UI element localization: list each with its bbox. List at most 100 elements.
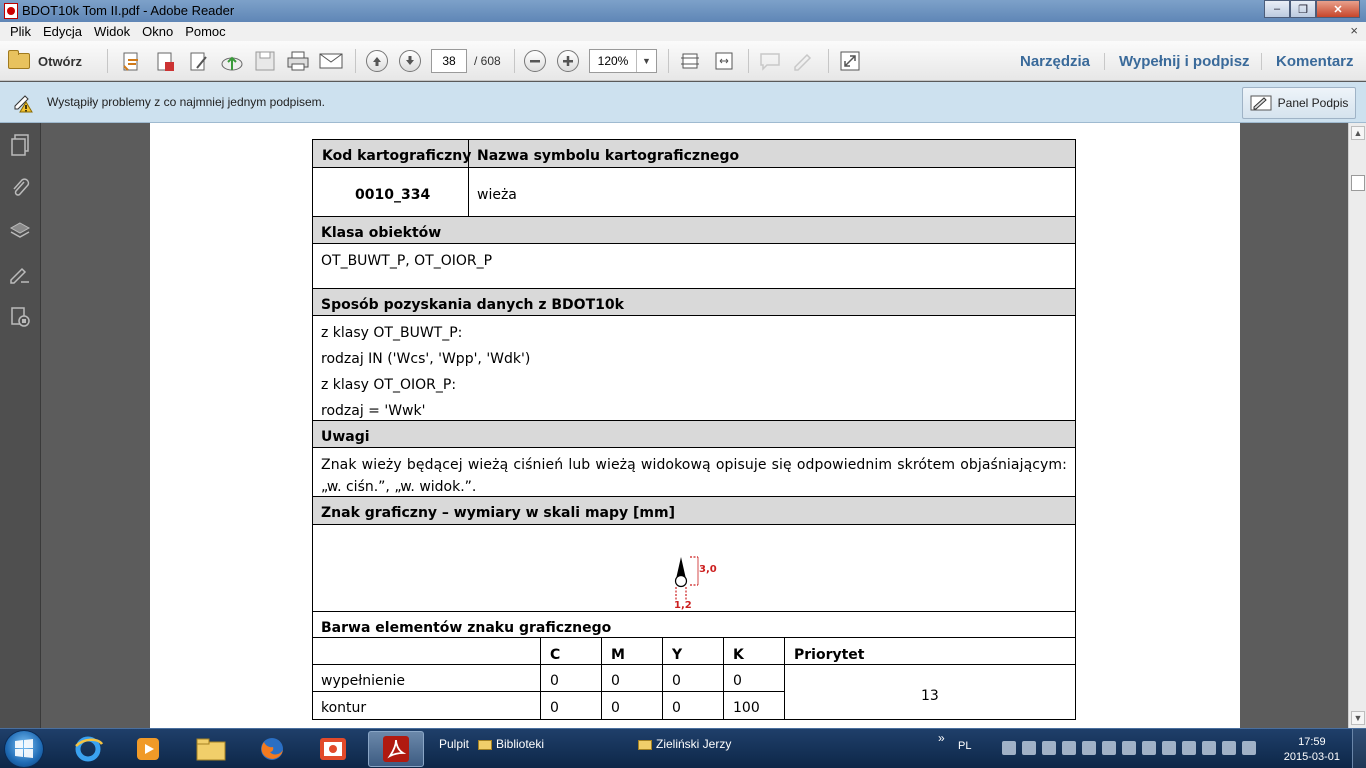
name-header: Nazwa symbolu kartograficznego bbox=[477, 148, 740, 164]
signatures-icon[interactable] bbox=[8, 262, 32, 286]
signature-panel-icon bbox=[1250, 95, 1272, 111]
page-total: / 608 bbox=[474, 54, 501, 68]
row-c-value: 0 bbox=[550, 673, 559, 689]
zoom-select[interactable]: 120% ▼ bbox=[589, 49, 657, 73]
pdf-page: Kod kartograficzny Nazwa symbolu kartogr… bbox=[150, 123, 1240, 728]
toolbar: Otwórz 38 / 608 120% ▼ Narzędzia Wypełni… bbox=[0, 41, 1366, 81]
tray-app-icon[interactable] bbox=[1122, 741, 1136, 755]
edit-pdf-icon[interactable] bbox=[187, 50, 211, 74]
row-k-value: 0 bbox=[733, 673, 742, 689]
menu-edit[interactable]: Edycja bbox=[37, 24, 88, 39]
upload-icon[interactable] bbox=[220, 50, 244, 74]
close-document-icon[interactable]: × bbox=[1350, 23, 1358, 38]
email-icon[interactable] bbox=[319, 51, 343, 71]
layers-icon[interactable] bbox=[8, 219, 32, 243]
print-icon[interactable] bbox=[286, 50, 310, 72]
scroll-down-icon[interactable]: ▼ bbox=[1351, 711, 1365, 725]
row-label: kontur bbox=[321, 700, 367, 716]
combine-pdf-icon[interactable] bbox=[153, 50, 177, 74]
tray-app-icon[interactable] bbox=[1022, 741, 1036, 755]
scroll-thumb[interactable] bbox=[1351, 175, 1365, 191]
row-m-value: 0 bbox=[611, 673, 620, 689]
clock[interactable]: 17:59 2015-03-01 bbox=[1284, 735, 1340, 765]
close-button[interactable]: ✕ bbox=[1316, 0, 1360, 18]
zoom-out-button[interactable] bbox=[524, 50, 546, 72]
tray-app-icon[interactable] bbox=[1162, 741, 1176, 755]
firefox-icon[interactable] bbox=[244, 731, 300, 767]
adobe-reader-taskbar-icon bbox=[383, 736, 409, 762]
color-col-k: K bbox=[733, 647, 744, 663]
security-icon[interactable] bbox=[8, 305, 32, 329]
method-line: z klasy OT_OIOR_P: bbox=[321, 377, 457, 393]
fill-sign-button[interactable]: Wypełnij i podpisz bbox=[1104, 53, 1250, 70]
menu-view[interactable]: Widok bbox=[88, 24, 136, 39]
scroll-up-icon[interactable]: ▲ bbox=[1351, 126, 1365, 140]
create-pdf-icon[interactable] bbox=[120, 50, 144, 74]
class-value: OT_BUWT_P, OT_OIOR_P bbox=[321, 253, 493, 269]
menu-help[interactable]: Pomoc bbox=[179, 24, 231, 39]
chevron-down-icon[interactable]: ▼ bbox=[636, 50, 656, 72]
color-col-m: M bbox=[611, 647, 625, 663]
tray-app-icon[interactable] bbox=[1082, 741, 1096, 755]
file-explorer-icon[interactable] bbox=[183, 731, 239, 767]
comment-button[interactable]: Komentarz bbox=[1261, 53, 1354, 70]
open-button[interactable]: Otwórz bbox=[8, 50, 82, 72]
priority-value: 13 bbox=[921, 688, 939, 704]
signal-icon[interactable] bbox=[1222, 741, 1236, 755]
previous-page-button[interactable] bbox=[366, 50, 388, 72]
sticky-note-icon[interactable] bbox=[759, 51, 781, 71]
clock-time: 17:59 bbox=[1298, 736, 1326, 748]
zoom-in-button[interactable] bbox=[557, 50, 579, 72]
action-center-flag-icon[interactable] bbox=[1182, 741, 1196, 755]
volume-icon[interactable] bbox=[1242, 741, 1256, 755]
tools-button[interactable]: Narzędzia bbox=[1020, 53, 1090, 70]
sign-header: Znak graficzny – wymiary w skali mapy [m… bbox=[321, 505, 675, 521]
row-y-value: 0 bbox=[672, 700, 681, 716]
desktop-toolbar-label[interactable]: Pulpit bbox=[439, 737, 469, 751]
color-col-c: C bbox=[550, 647, 561, 663]
signature-panel-button[interactable]: Panel Podpis bbox=[1242, 87, 1356, 119]
fit-width-icon[interactable] bbox=[713, 50, 735, 72]
code-header: Kod kartograficzny bbox=[322, 148, 472, 164]
toolbar-separator bbox=[828, 49, 829, 73]
display-icon[interactable] bbox=[1142, 741, 1156, 755]
language-indicator[interactable]: PL bbox=[958, 740, 971, 752]
menu-file[interactable]: Plik bbox=[4, 24, 37, 39]
attachments-icon[interactable] bbox=[8, 176, 32, 200]
menu-bar: Plik Edycja Widok Okno Pomoc × bbox=[0, 22, 1366, 41]
toolbar-separator bbox=[748, 49, 749, 73]
media-player-icon[interactable] bbox=[120, 731, 176, 767]
fullscreen-icon[interactable] bbox=[839, 50, 861, 72]
window-title: BDOT10k Tom II.pdf - Adobe Reader bbox=[22, 3, 235, 18]
keyboard-icon[interactable] bbox=[1002, 741, 1016, 755]
document-viewport[interactable]: Kod kartograficzny Nazwa symbolu kartogr… bbox=[41, 123, 1348, 728]
priority-header: Priorytet bbox=[794, 647, 865, 663]
minimize-button[interactable]: – bbox=[1264, 0, 1290, 18]
wifi-icon[interactable] bbox=[1062, 741, 1076, 755]
show-desktop-button[interactable] bbox=[1352, 729, 1366, 768]
tray-app-icon[interactable] bbox=[1042, 741, 1056, 755]
fit-page-icon[interactable] bbox=[679, 50, 701, 72]
menu-window[interactable]: Okno bbox=[136, 24, 179, 39]
highlight-icon[interactable] bbox=[792, 51, 814, 71]
save-icon[interactable] bbox=[254, 50, 276, 72]
user-folder-toolbar-item[interactable]: Zieliński Jerzy bbox=[638, 737, 731, 751]
maximize-button[interactable]: ❐ bbox=[1290, 0, 1316, 18]
next-page-button[interactable] bbox=[399, 50, 421, 72]
toolbar-expand-icon[interactable]: » bbox=[938, 731, 945, 745]
window-controls: – ❐ ✕ bbox=[1264, 0, 1360, 18]
system-tray bbox=[1002, 741, 1256, 755]
page-thumbnails-icon[interactable] bbox=[8, 133, 32, 157]
internet-explorer-icon[interactable] bbox=[60, 731, 116, 767]
adobe-reader-task[interactable] bbox=[368, 731, 424, 767]
presentation-app-icon[interactable] bbox=[305, 731, 361, 767]
power-icon[interactable] bbox=[1202, 741, 1216, 755]
toolbar-separator bbox=[668, 49, 669, 73]
libraries-toolbar-item[interactable]: Biblioteki bbox=[478, 737, 544, 751]
vertical-scrollbar[interactable]: ▲ ▼ bbox=[1348, 123, 1366, 728]
user-folder-label: Zieliński Jerzy bbox=[656, 737, 732, 751]
page-number-input[interactable]: 38 bbox=[431, 49, 467, 73]
clock-date: 2015-03-01 bbox=[1283, 751, 1340, 763]
start-button[interactable] bbox=[4, 730, 44, 768]
usb-icon[interactable] bbox=[1102, 741, 1116, 755]
